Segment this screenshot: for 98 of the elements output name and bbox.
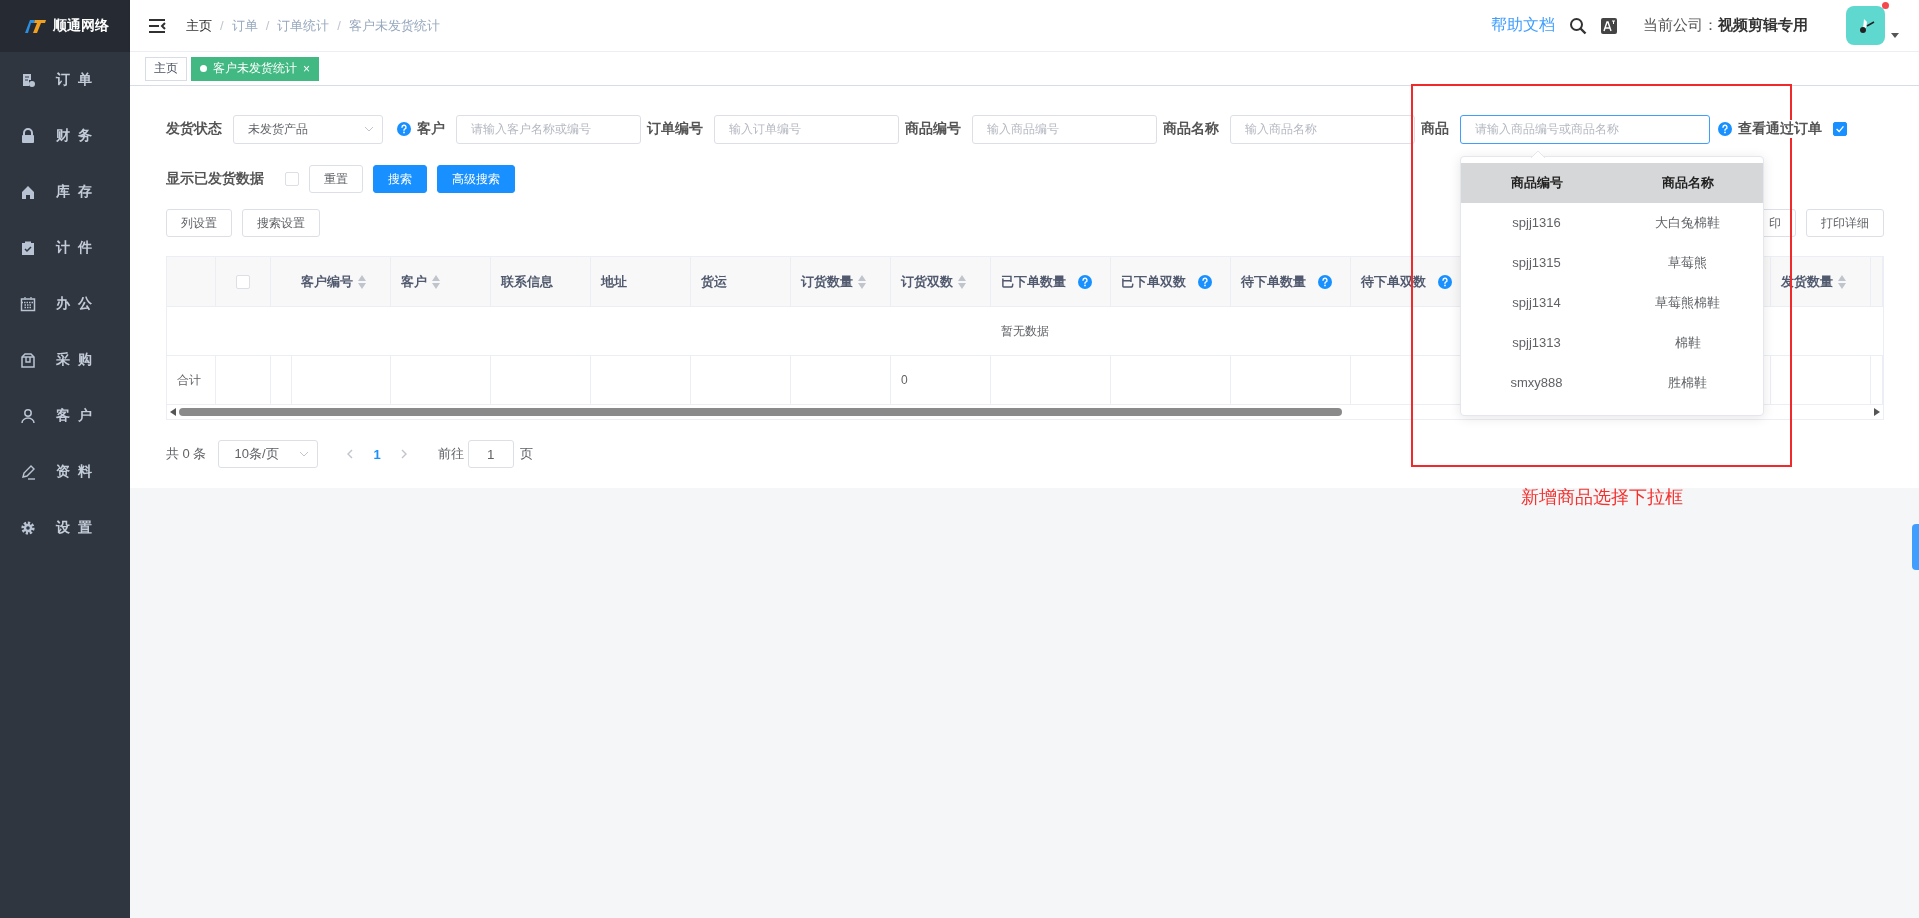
sidebar-item[interactable]: 资料 [56,463,100,481]
breadcrumb-separator: / [265,18,270,33]
help-icon[interactable] [1318,274,1332,289]
column-header: 地址 [601,272,627,291]
column-header: 客户 [401,272,427,291]
sidebar-item[interactable]: 计件 [56,239,100,257]
product-code[interactable]: smxy888 [1461,375,1612,390]
home-icon [20,184,36,200]
help-icon[interactable] [1078,274,1092,289]
checkbox[interactable] [1833,122,1847,136]
breadcrumb-separator: / [220,18,224,33]
translate-icon[interactable] [1601,17,1617,34]
prev-page-icon[interactable] [346,449,354,459]
product-name[interactable]: 草莓熊 [1612,253,1763,272]
tab[interactable]: 主页 [145,56,187,81]
column-header: 已下单数量 [1001,272,1066,291]
user-icon [20,408,36,424]
filter-label: 订单编号 [647,120,703,138]
toolbar-button[interactable]: 打印详细 [1806,209,1884,237]
sidebar-item[interactable]: 办公 [56,295,100,313]
company-name: 视频剪辑专用 [1718,16,1808,35]
next-page-icon[interactable] [400,449,408,459]
default-button[interactable]: 重置 [309,165,363,193]
product-code[interactable]: spjj1315 [1461,255,1612,270]
calendar-icon [20,296,36,312]
column-header: 订货数量 [801,272,853,291]
filter-label: 商品名称 [1163,120,1219,138]
lock-icon [20,128,36,144]
help-icon[interactable] [397,122,411,136]
product-name[interactable]: 草莓熊棉鞋 [1612,293,1763,312]
help-icon[interactable] [1718,122,1732,136]
help-icon[interactable] [1198,274,1212,289]
chevron-down-icon [299,451,310,457]
status-select[interactable]: 未发货产品 [233,114,383,144]
caret-icon[interactable] [1891,33,1899,38]
annotation-text: 新增商品选择下拉框 [1519,485,1684,509]
column-header: 货运 [701,272,727,291]
chevron-down-icon [364,126,374,132]
product-code[interactable]: spjj1316 [1461,215,1612,230]
sidebar-item[interactable]: 库存 [56,183,100,201]
box-icon [20,352,36,368]
toolbar-button[interactable]: 列设置 [166,209,232,237]
doc-icon [20,72,36,88]
check-icon [1834,123,1846,135]
help-icon[interactable] [1438,274,1452,289]
sort-icon[interactable] [431,273,441,290]
sidebar-item[interactable]: 客户 [56,407,100,425]
sidebar-item[interactable]: 设置 [56,519,100,537]
sidebar-item[interactable]: 订单 [56,71,100,89]
breadcrumb-item: 订单 [231,16,258,35]
clipboard-icon [20,240,36,256]
scroll-right-icon[interactable] [1874,408,1880,416]
total-cell: 合计 [177,371,201,389]
sort-icon[interactable] [957,273,967,290]
breadcrumb-item: 客户未发货统计 [348,16,440,35]
page-input[interactable]: 1 [467,440,514,468]
gear-icon [20,520,36,536]
sidebar-item[interactable]: 采购 [56,351,100,369]
column-header: 已下单双数 [1121,272,1186,291]
scroll-left-icon[interactable] [170,408,176,416]
toolbar-button[interactable]: 搜索设置 [242,209,320,237]
breadcrumb-item[interactable]: 主页 [186,16,212,35]
breadcrumb-separator: / [337,18,341,33]
sort-icon[interactable] [857,273,867,290]
column-header: 联系信息 [501,272,553,291]
product-name[interactable]: 胜棉鞋 [1612,373,1763,392]
company-label: 当前公司： [1643,16,1718,35]
sort-icon[interactable] [357,273,367,290]
page-size-select[interactable]: 10条/页 [218,440,319,468]
product-code[interactable]: spjj1314 [1461,295,1612,310]
total-count: 共 0 条 [166,445,207,463]
search-icon[interactable] [1569,16,1587,35]
menu-icon[interactable] [148,17,166,34]
logo-text: 顺通网络 [53,17,109,35]
column-header: 待下单数量 [1241,272,1306,291]
filter-label: 查看通过订单 [1738,120,1822,138]
filter-label: 显示已发货数据 [166,170,264,188]
dropdown-column-header: 商品编号 [1509,173,1564,192]
total-cell: 0 [901,373,908,387]
product-code[interactable]: spjj1313 [1461,335,1612,350]
filter-label: 商品 [1421,120,1449,138]
filter-label: 客户 [417,120,445,138]
pen-icon [20,464,36,480]
goto-label: 前往 [437,445,464,463]
filter-label: 发货状态 [166,120,222,138]
filter-label: 商品编号 [905,120,961,138]
input-field[interactable]: 请输入商品编号或商品名称 [1460,114,1710,144]
side-handle[interactable] [1912,524,1919,570]
empty-message: 暂无数据 [1001,322,1049,340]
column-header: 客户编号 [301,272,353,291]
breadcrumb-item: 订单统计 [277,16,330,35]
sidebar-item[interactable]: 财务 [56,127,100,145]
page-suffix: 页 [519,445,533,463]
sort-icon[interactable] [1837,273,1847,290]
horizontal-scrollbar[interactable] [167,404,1883,419]
product-name[interactable]: 棉鞋 [1612,333,1763,352]
dropdown-column-header: 商品名称 [1660,173,1715,192]
column-header: 订货双数 [901,272,953,291]
